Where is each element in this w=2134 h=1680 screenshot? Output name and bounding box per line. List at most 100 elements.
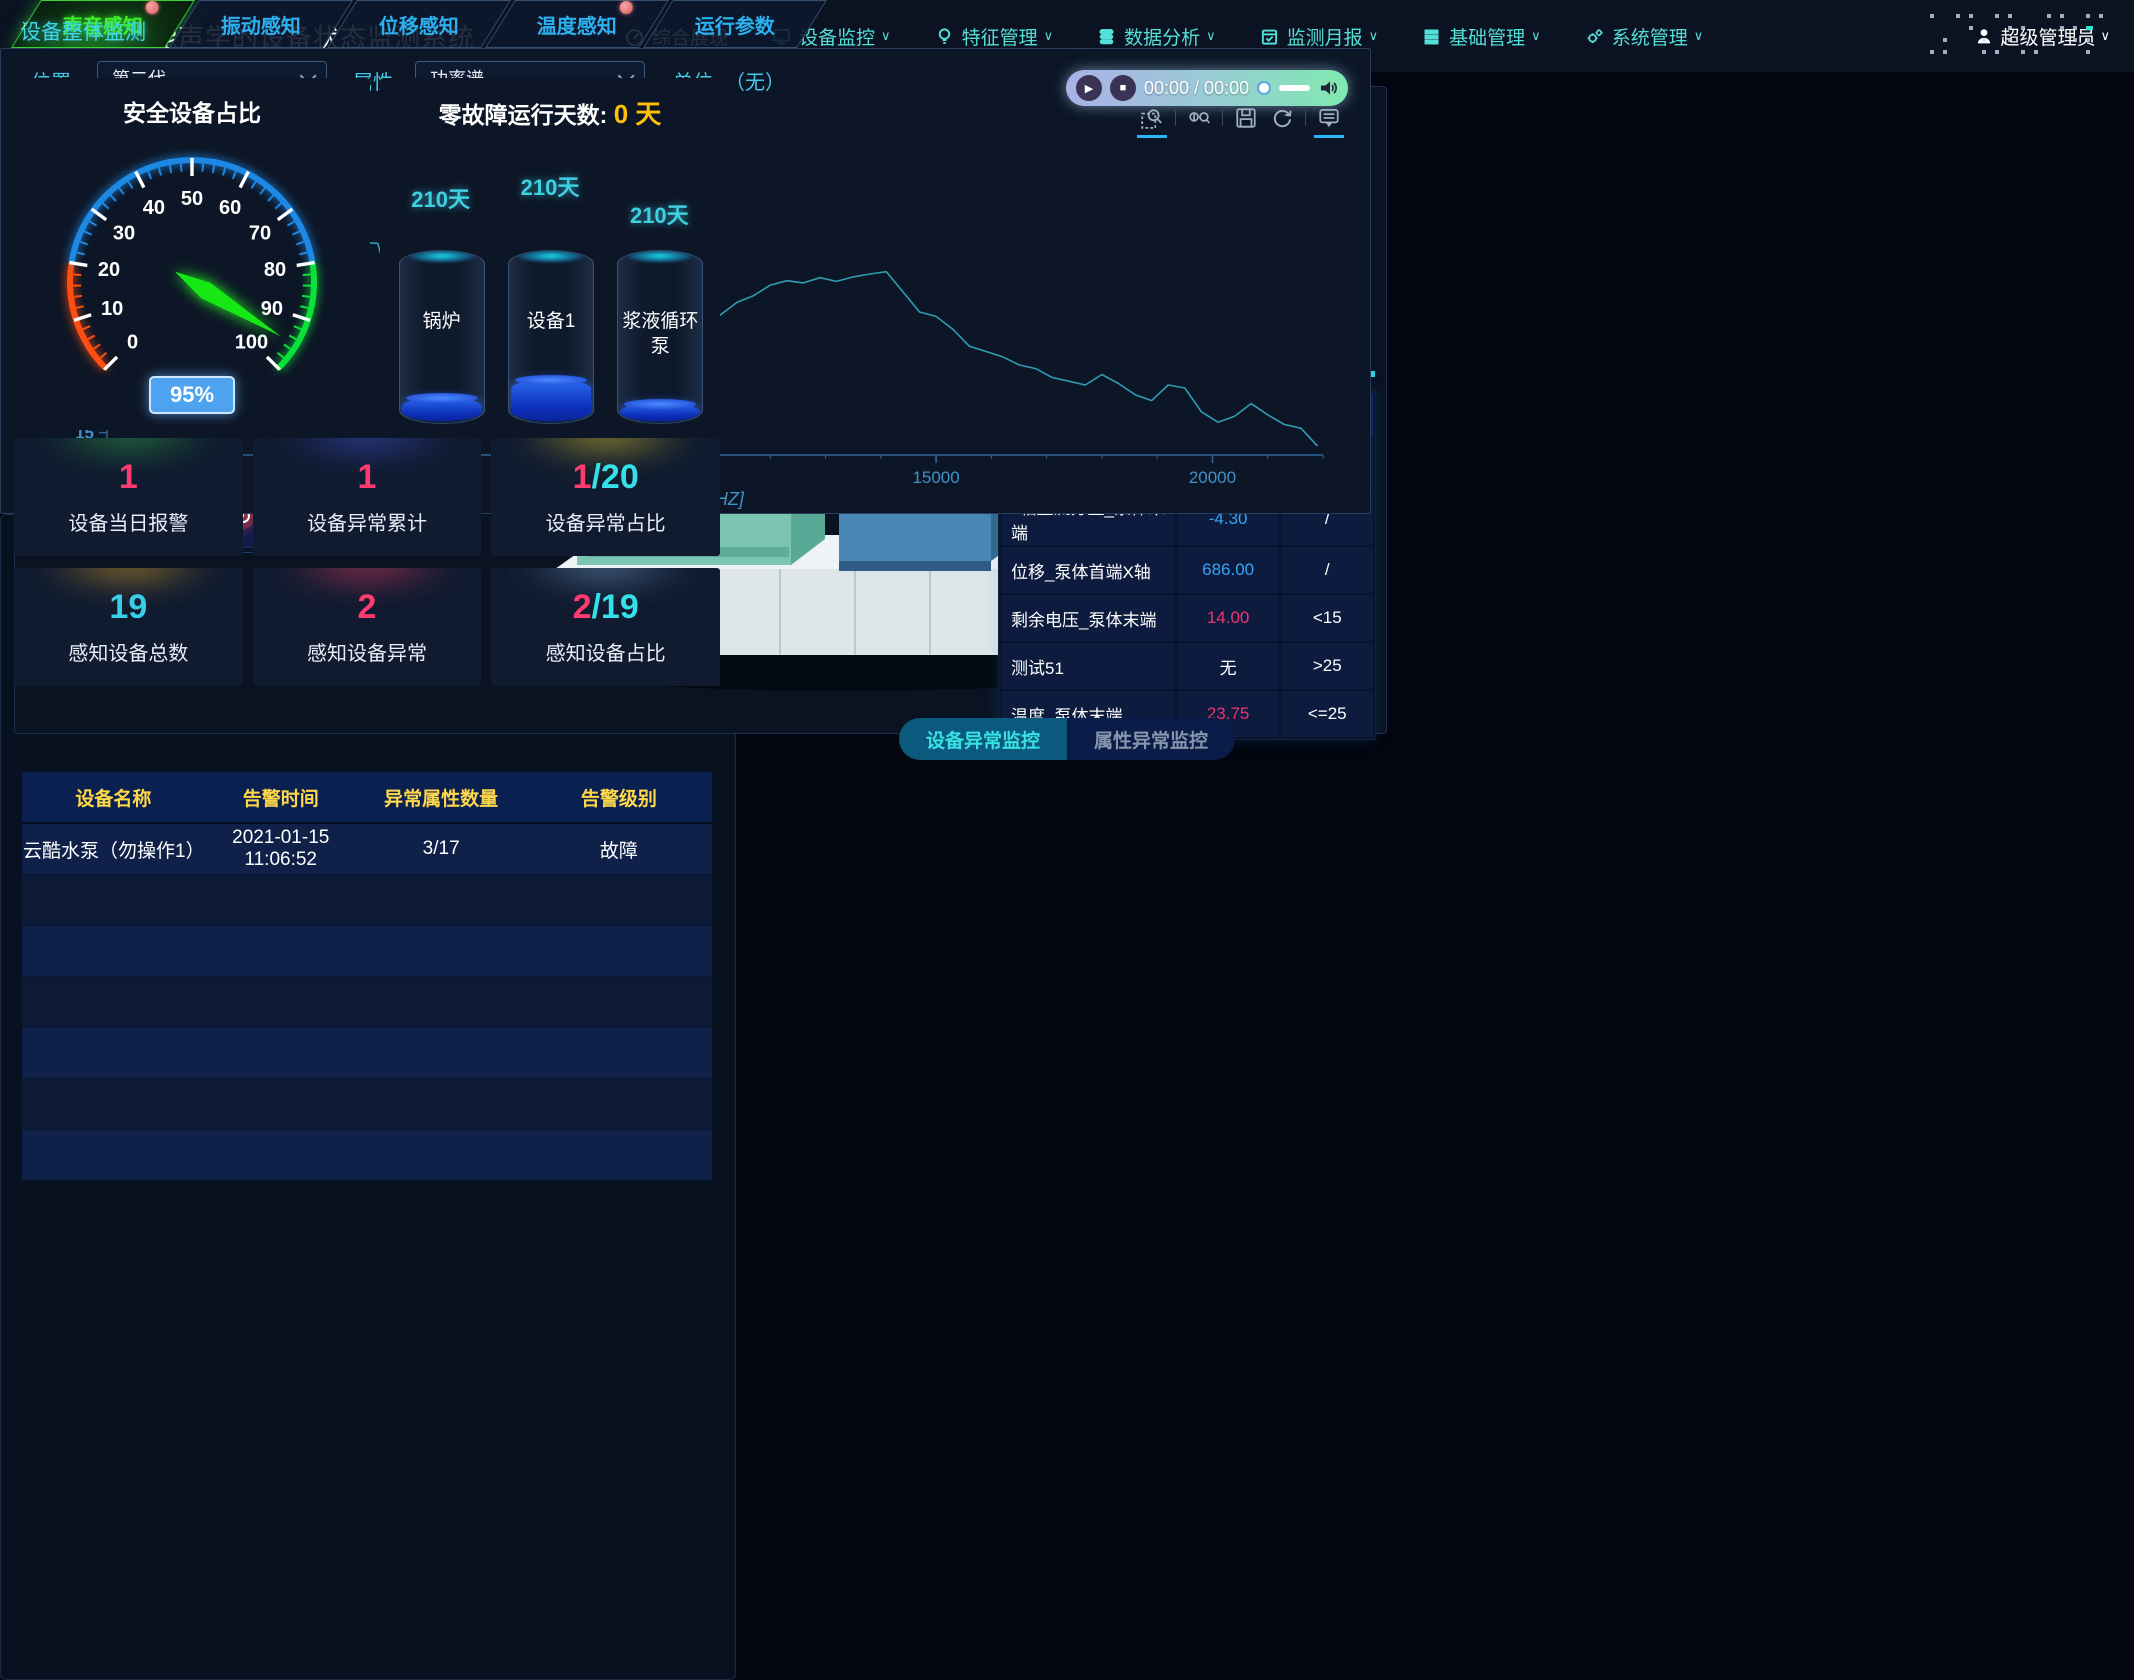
- table-row-empty: [22, 1079, 712, 1130]
- tab-label: 振动感知: [221, 10, 301, 39]
- tank-name: 设备1: [513, 309, 589, 334]
- alarm-cell: 3/17: [357, 823, 526, 875]
- tab-温度感知[interactable]: 温度感知: [485, 0, 669, 48]
- play-button[interactable]: ▶: [1076, 75, 1102, 101]
- volume-icon[interactable]: [1318, 78, 1338, 98]
- toolbar-separator: [1305, 110, 1306, 126]
- alarm-tab-2[interactable]: 属性异常监控: [1067, 718, 1235, 760]
- alarm-cell-empty: [357, 1079, 526, 1130]
- stat-label: 设备当日报警: [68, 507, 188, 536]
- stat-card-6[interactable]: 2/19感知设备占比: [491, 568, 720, 686]
- table-row[interactable]: 剩余电压_泵体末端14.00<15: [1000, 594, 1374, 642]
- telemetry-value: 14.00: [1176, 594, 1281, 642]
- zero-fault-label: 零故障运行天数:: [439, 102, 608, 128]
- alarm-cell-empty: [22, 926, 205, 977]
- zero-fault-card: 零故障运行天数: 0 天 210天锅炉210天设备1210天浆液循环泵: [380, 78, 720, 430]
- alarm-cell: 云酷水泵（勿操作1）: [22, 823, 205, 875]
- table-row-empty: [22, 1028, 712, 1079]
- tank-cylinder: 浆液循环泵: [617, 250, 703, 424]
- unit-value: （无）: [725, 66, 785, 95]
- refresh-icon[interactable]: [1269, 105, 1295, 131]
- stat-value: 2: [358, 588, 377, 627]
- tab-label: 运行参数: [695, 10, 775, 39]
- stat-value: 1/20: [573, 458, 639, 497]
- stat-card-1[interactable]: 1 设备当日报警: [14, 438, 243, 556]
- overview-title: 设备整体监测: [20, 16, 146, 46]
- tank-days-label: 210天: [393, 182, 489, 214]
- alarm-cell-empty: [205, 875, 357, 926]
- alarm-cell-empty: [357, 977, 526, 1028]
- gauge-value-badge: 95%: [149, 376, 235, 414]
- zoom-select-icon[interactable]: [1139, 105, 1165, 131]
- alert-badge: [146, 1, 159, 14]
- nav-item-6[interactable]: 基础管理∨: [1422, 0, 1541, 72]
- alarm-table-head: 设备名称告警时间异常属性数量告警级别: [22, 772, 712, 823]
- tank-top-glow: [408, 250, 476, 263]
- tank-3: 210天浆液循环泵: [611, 162, 707, 424]
- tank-name: 浆液循环泵: [622, 309, 698, 359]
- seek-thumb[interactable]: [1257, 81, 1271, 95]
- stop-button[interactable]: ■: [1110, 75, 1136, 101]
- tank-liquid: [402, 397, 482, 421]
- stat-label: 设备异常占比: [546, 507, 666, 536]
- alarm-cell-empty: [205, 1028, 357, 1079]
- svg-text:40: 40: [143, 197, 165, 219]
- alarm-cell-empty: [205, 1130, 357, 1181]
- alarm-tabs: 设备异常监控属性异常监控: [899, 718, 1235, 760]
- tank-days-label: 210天: [502, 170, 598, 202]
- list-icon: [1422, 27, 1441, 46]
- alarm-cell-empty: [526, 1130, 712, 1181]
- svg-text:20000: 20000: [1189, 468, 1236, 487]
- save-image-icon[interactable]: [1233, 105, 1259, 131]
- seek-track[interactable]: [1279, 85, 1310, 91]
- telemetry-attr: 测试51: [1000, 642, 1176, 690]
- table-row[interactable]: 位移_泵体首端X轴686.00/: [1000, 546, 1374, 594]
- data-view-icon[interactable]: [1316, 105, 1342, 131]
- tank-top-glow: [517, 250, 585, 263]
- alarm-cell-empty: [357, 926, 526, 977]
- tank-liquid: [511, 379, 591, 421]
- table-row[interactable]: 测试51无>25: [1000, 642, 1374, 690]
- chevron-down-icon: ∨: [1044, 28, 1054, 44]
- calendar-icon: [1260, 27, 1279, 46]
- svg-text:90: 90: [261, 298, 283, 320]
- dots-decoration: [1930, 10, 2120, 62]
- tank-cylinder: 锅炉: [399, 250, 485, 424]
- alarm-col-header: 告警时间: [205, 772, 357, 823]
- stat-glow: [276, 568, 459, 590]
- tab-运行参数[interactable]: 运行参数: [643, 0, 827, 48]
- chevron-down-icon: ∨: [1531, 28, 1541, 44]
- stat-card-5[interactable]: 2感知设备异常: [253, 568, 482, 686]
- telemetry-value: 无: [1176, 642, 1281, 690]
- tab-位移感知[interactable]: 位移感知: [327, 0, 511, 48]
- tank-cylinder: 设备1: [508, 250, 594, 424]
- alarm-table: 设备名称告警时间异常属性数量告警级别 云酷水泵（勿操作1）2021-01-15 …: [22, 772, 712, 1181]
- stat-card-2[interactable]: 1设备异常累计: [253, 438, 482, 556]
- zero-fault-value: 0 天: [614, 99, 662, 129]
- tank-1: 210天锅炉: [393, 162, 489, 424]
- stat-value: 1: [119, 458, 138, 497]
- table-row-empty: [22, 1130, 712, 1181]
- stat-glow: [514, 438, 697, 460]
- stat-label: 设备异常累计: [307, 507, 427, 536]
- alarm-tab-1[interactable]: 设备异常监控: [899, 718, 1067, 760]
- alarm-cell-empty: [22, 875, 205, 926]
- tank-2: 210天设备1: [502, 162, 598, 424]
- stat-card-3[interactable]: 1/20 设备异常占比: [491, 438, 720, 556]
- stat-glow: [37, 568, 220, 590]
- zoom-reset-icon[interactable]: [1186, 105, 1212, 131]
- tank-top-glow: [626, 250, 694, 263]
- nav-item-label: 数据分析: [1124, 23, 1200, 50]
- stat-glow: [276, 438, 459, 460]
- table-row[interactable]: 云酷水泵（勿操作1）2021-01-15 11:06:523/17故障: [22, 823, 712, 875]
- telemetry-condition: >25: [1280, 642, 1374, 690]
- chevron-down-icon: ∨: [1694, 28, 1704, 44]
- nav-item-label: 监测月报: [1287, 23, 1363, 50]
- nav-item-7[interactable]: 系统管理∨: [1585, 0, 1704, 72]
- tank-days-label: 210天: [611, 198, 707, 230]
- alarm-cell-empty: [22, 1079, 205, 1130]
- alarm-cell-empty: [205, 926, 357, 977]
- zero-fault-title: 零故障运行天数: 0 天: [380, 78, 720, 131]
- tab-振动感知[interactable]: 振动感知: [169, 0, 353, 48]
- stat-card-4[interactable]: 19感知设备总数: [14, 568, 243, 686]
